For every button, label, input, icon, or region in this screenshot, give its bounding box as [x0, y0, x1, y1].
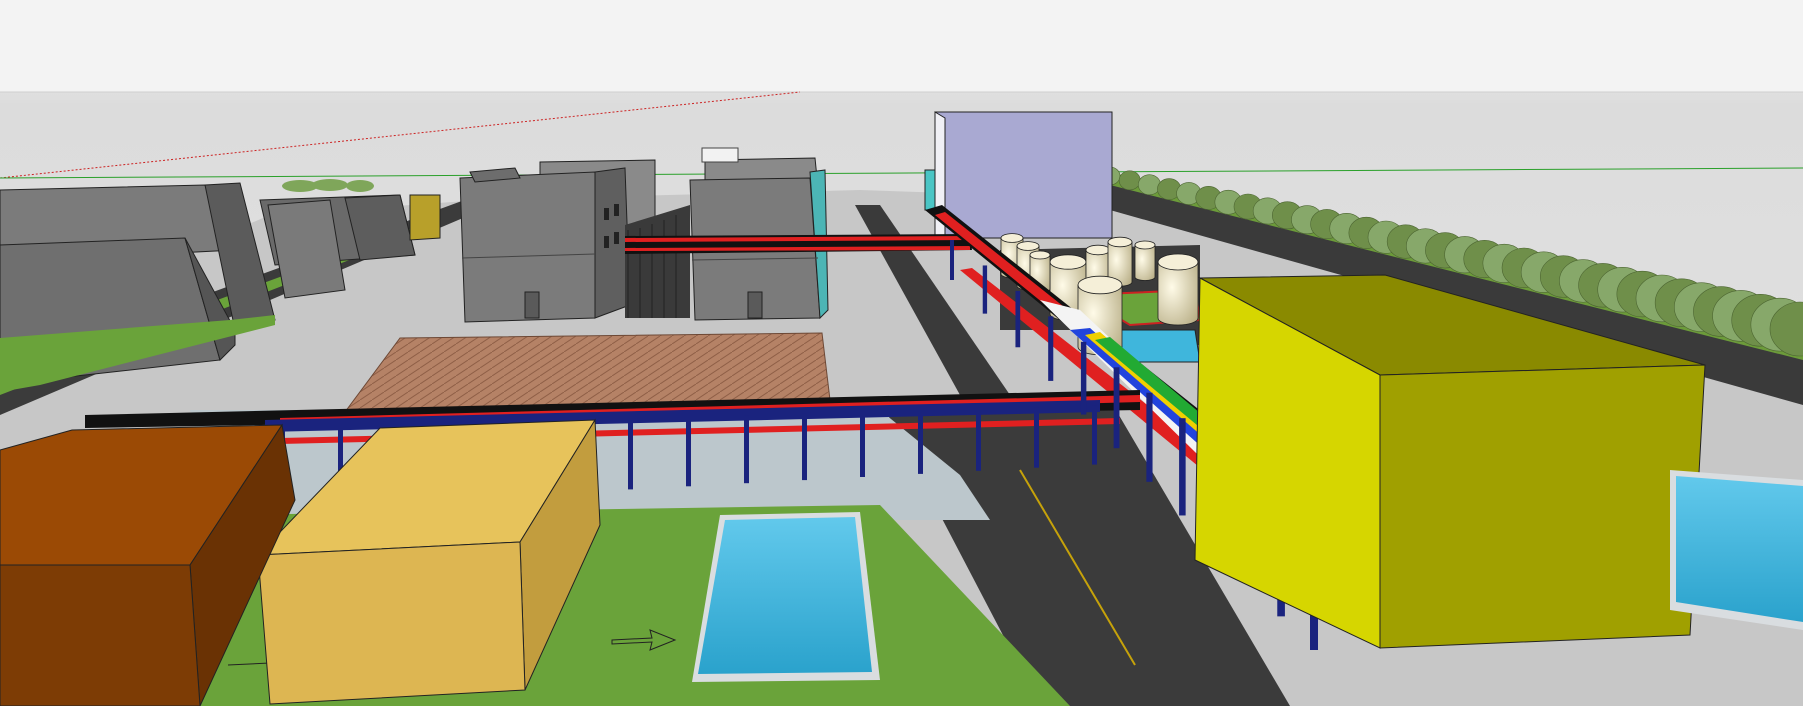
right-basin: [1670, 470, 1803, 630]
rack-column: [918, 410, 923, 474]
workshop-right: [689, 147, 829, 321]
tree-canopy: [1118, 170, 1141, 191]
tank-roof: [1016, 241, 1040, 251]
rack-column: [1034, 407, 1039, 468]
storage-tank: [1134, 244, 1156, 281]
3d-scene[interactable]: [0, 0, 1803, 706]
rack-column: [982, 265, 988, 314]
rack-column: [950, 240, 954, 280]
tank-roof: [1134, 240, 1156, 250]
sky-band: [0, 0, 1803, 92]
rack-column: [1179, 418, 1186, 516]
rack-column: [686, 416, 691, 487]
tank-roof: [1107, 236, 1133, 248]
tree-canopy: [1137, 174, 1161, 196]
rack-column: [1146, 392, 1153, 482]
rack-column: [1092, 405, 1097, 465]
tank-roof: [1077, 275, 1123, 295]
rack-column: [976, 408, 981, 471]
rack-column: [1113, 367, 1120, 449]
tank-roof: [1049, 254, 1087, 270]
storage-tank: [1157, 261, 1199, 326]
rack-column: [1015, 290, 1021, 348]
tank-roof: [1029, 250, 1051, 260]
rack-column: [628, 418, 633, 490]
rack-column: [1048, 316, 1054, 381]
sketchup-viewport[interactable]: [0, 0, 1803, 706]
rack-column: [744, 415, 749, 484]
rack-column: [802, 413, 807, 481]
tank-roof: [1157, 253, 1199, 271]
rack-column: [1080, 341, 1087, 415]
tank-roof: [1000, 233, 1024, 243]
rack-column: [860, 412, 865, 477]
far-trees: [282, 179, 374, 192]
tank-roof: [1085, 244, 1111, 256]
